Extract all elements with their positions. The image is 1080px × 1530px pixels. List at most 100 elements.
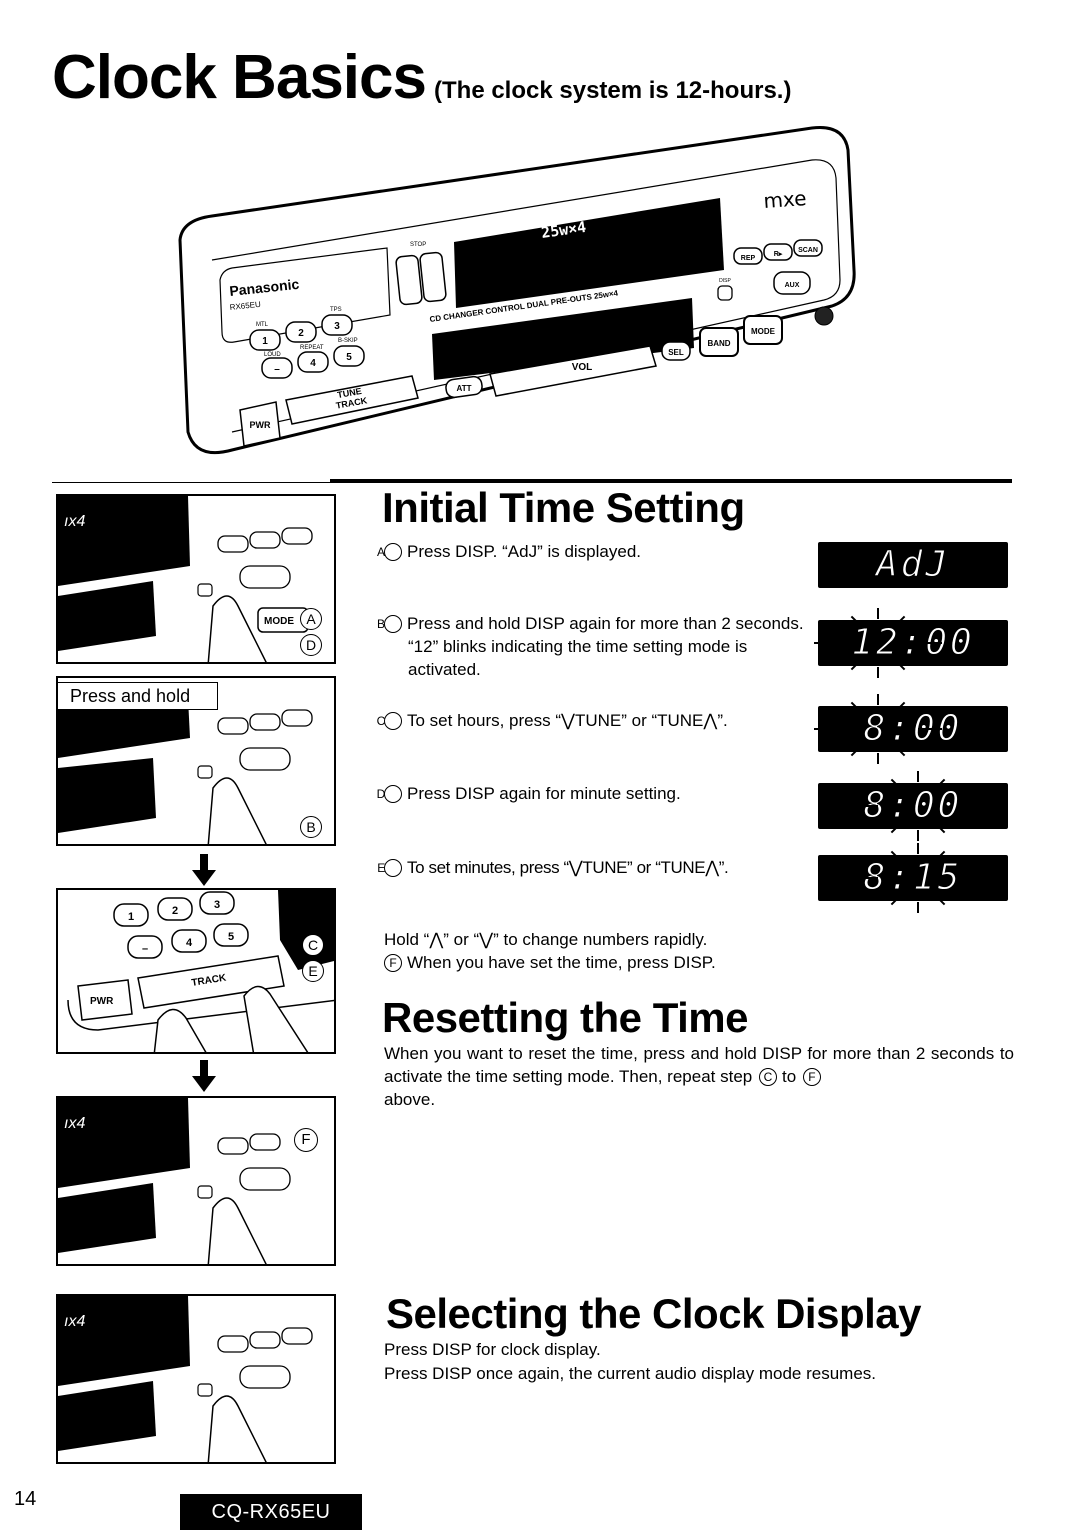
disp-button[interactable]: DISP [717, 278, 733, 301]
step-b-text: Press and hold DISP again for more than … [407, 614, 804, 679]
selecting-line-2: Press DISP once again, the current audio… [384, 1364, 877, 1383]
tps-label: TPS [330, 307, 342, 313]
svg-text:5: 5 [228, 931, 234, 943]
blink-ray [890, 822, 902, 834]
illustration-press-and-hold-b: Press and hold B [56, 676, 336, 846]
stop-button[interactable] [419, 251, 447, 303]
svg-text:PWR: PWR [250, 420, 271, 430]
aux-jack-icon [814, 306, 834, 326]
svg-text:BAND: BAND [707, 339, 730, 348]
preset-button-5[interactable]: 5 [333, 345, 365, 367]
callout-b: B [300, 816, 322, 838]
model-badge: CQ-RX65EU [180, 1494, 362, 1530]
blink-ray [934, 778, 946, 790]
page-title: Clock Basics (The clock system is 12-hour… [52, 42, 791, 113]
mode-button[interactable]: MODE [743, 315, 783, 345]
band-button[interactable]: BAND [699, 327, 739, 357]
aux-button[interactable]: AUX [773, 271, 811, 295]
finger-icon [153, 1008, 207, 1052]
section-divider [330, 479, 1012, 483]
blink-ray [894, 659, 906, 671]
step-ref-c: C [758, 1068, 777, 1086]
rep-button[interactable]: REP [733, 247, 763, 265]
lcd-display-800-minutes-blinking: 8:00 [808, 771, 1018, 841]
press-and-hold-caption: Press and hold [58, 682, 218, 710]
step-letter-e: E [377, 859, 402, 877]
page-title-text: Clock Basics [52, 43, 427, 112]
blink-ray [934, 822, 946, 834]
svg-text:AUX: AUX [785, 282, 800, 289]
preset-button-4[interactable]: 4 [297, 351, 329, 373]
arrow-down-icon [192, 1060, 216, 1092]
blink-ray [850, 745, 862, 757]
step-c-text: To set hours, press “⋁TUNE” or “TUNE⋀”. [407, 711, 728, 730]
step-letter-b: B [377, 615, 402, 633]
lcd-display-1200-blinking: 12:00 [808, 608, 1018, 678]
svg-text:4: 4 [186, 937, 193, 949]
blink-ray [894, 615, 906, 627]
step-letter-a: A [377, 543, 402, 561]
lcd-display-815-blinking: 8:15 [808, 843, 1018, 913]
step-letter-f: F [384, 954, 402, 972]
callout-d: D [300, 634, 322, 656]
blink-ray [890, 778, 902, 790]
step-e-text: To set minutes, press “⋁TUNE” or “TUNE⋀”… [407, 858, 729, 877]
step-c: C To set hours, press “⋁TUNE” or “TUNE⋀”. [377, 709, 804, 732]
random-button[interactable]: R▸ [763, 243, 793, 261]
page-subtitle: (The clock system is 12-hours.) [434, 77, 792, 104]
svg-text:–: – [142, 943, 148, 955]
blink-ray [850, 659, 862, 671]
step-letter-c: C [377, 712, 402, 730]
loud-button[interactable]: – [261, 357, 293, 379]
finger-icon [207, 1395, 267, 1462]
heading-initial-time-setting: Initial Time Setting [382, 484, 745, 531]
eject-button[interactable] [395, 254, 423, 306]
resetting-to: to [781, 1067, 797, 1086]
svg-text:ıx4: ıx4 [64, 1313, 85, 1330]
resetting-body: When you want to reset the time, press a… [384, 1042, 1014, 1111]
preset-button-2[interactable]: 2 [285, 321, 317, 343]
blink-ray [890, 894, 902, 906]
preset-button-1[interactable]: 1 [249, 329, 281, 351]
arrow-down-icon [192, 854, 216, 886]
resetting-body-end: above. [384, 1090, 436, 1109]
callout-e: E [302, 960, 324, 982]
svg-text:ATT: ATT [457, 384, 472, 393]
blink-rays-icon [814, 694, 942, 764]
heading-resetting-the-time: Resetting the Time [382, 994, 748, 1041]
blink-ray [850, 615, 862, 627]
power-button[interactable]: PWR [239, 401, 281, 447]
step-d-text: Press DISP again for minute setting. [407, 784, 681, 803]
svg-text:SCAN: SCAN [798, 247, 818, 254]
divider-left [52, 482, 330, 483]
hold-note: Hold “⋀” or “⋁” to change numbers rapidl… [384, 930, 708, 949]
svg-text:2: 2 [298, 328, 304, 339]
step-b: B Press and hold DISP again for more than… [377, 612, 804, 681]
svg-text:R▸: R▸ [774, 251, 783, 258]
resetting-body-text: When you want to reset the time, press a… [384, 1044, 1014, 1086]
blink-ray [934, 850, 946, 862]
svg-text:–: – [274, 364, 280, 375]
svg-text:1: 1 [128, 911, 134, 923]
sel-button[interactable]: SEL [661, 341, 691, 361]
svg-text:5: 5 [346, 352, 352, 363]
illustration-press-disp-a-d: ıx4 MODE A D [56, 494, 336, 664]
blink-rays-icon [814, 608, 942, 678]
step-f-text: When you have set the time, press DISP. [407, 953, 716, 972]
scan-button[interactable]: SCAN [793, 239, 823, 257]
lcd-display-800-hours-blinking: 8:00 [808, 694, 1018, 764]
step-f: F When you have set the time, press DISP. [384, 951, 824, 974]
illustration-select-clock-display: ıx4 [56, 1294, 336, 1464]
selecting-line-1: Press DISP for clock display. [384, 1340, 601, 1359]
step-e: E To set minutes, press “⋁TUNE” or “TUNE⋀… [377, 856, 804, 879]
svg-text:MODE: MODE [751, 327, 776, 336]
page-number: 14 [14, 1488, 37, 1510]
preset-button-3[interactable]: 3 [321, 314, 353, 336]
svg-text:DISP: DISP [719, 278, 731, 284]
mtl-label: MTL [256, 322, 269, 328]
step-letter-d: D [377, 785, 402, 803]
svg-text:REP: REP [741, 255, 756, 262]
loud-label: LOUD [264, 352, 281, 358]
svg-text:PWR: PWR [90, 996, 114, 1007]
step-a: A Press DISP. “AdJ” is displayed. [377, 540, 804, 563]
